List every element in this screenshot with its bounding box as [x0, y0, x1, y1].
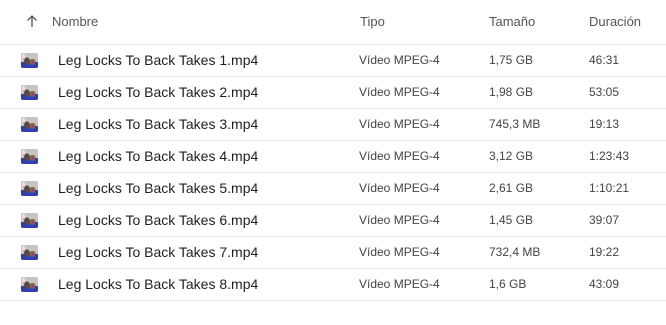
file-type: Vídeo MPEG-4 — [359, 53, 440, 67]
video-thumbnail-icon — [21, 85, 38, 100]
file-row[interactable]: Leg Locks To Back Takes 8.mp4 Vídeo MPEG… — [0, 269, 666, 301]
file-size: 1,75 GB — [489, 53, 534, 67]
column-header-size[interactable]: Tamaño — [489, 0, 535, 44]
file-name: Leg Locks To Back Takes 5.mp4 — [58, 180, 259, 196]
file-duration: 43:09 — [589, 277, 620, 291]
video-thumbnail-icon — [21, 53, 38, 68]
file-duration: 46:31 — [589, 53, 620, 67]
video-thumbnail-icon — [21, 149, 38, 164]
video-thumbnail-icon — [21, 277, 38, 292]
file-size: 1,98 GB — [489, 85, 534, 99]
file-type: Vídeo MPEG-4 — [359, 277, 440, 291]
video-thumbnail-icon — [21, 181, 38, 196]
file-duration: 39:07 — [589, 213, 620, 227]
file-duration: 1:23:43 — [589, 149, 630, 163]
column-header-duration[interactable]: Duración — [589, 0, 641, 44]
file-type: Vídeo MPEG-4 — [359, 213, 440, 227]
file-duration: 53:05 — [589, 85, 620, 99]
file-rows: Leg Locks To Back Takes 1.mp4 Vídeo MPEG… — [0, 45, 666, 301]
file-name: Leg Locks To Back Takes 2.mp4 — [58, 84, 259, 100]
file-type: Vídeo MPEG-4 — [359, 245, 440, 259]
file-name: Leg Locks To Back Takes 8.mp4 — [58, 276, 259, 292]
file-duration: 19:22 — [589, 245, 620, 259]
file-name: Leg Locks To Back Takes 4.mp4 — [58, 148, 259, 164]
column-header-type[interactable]: Tipo — [360, 0, 385, 44]
file-name: Leg Locks To Back Takes 7.mp4 — [58, 244, 259, 260]
file-duration: 19:13 — [589, 117, 620, 131]
file-list: Nombre Tipo Tamaño Duración Leg Locks To… — [0, 0, 666, 301]
column-header-row: Nombre Tipo Tamaño Duración — [0, 0, 666, 45]
file-row[interactable]: Leg Locks To Back Takes 1.mp4 Vídeo MPEG… — [0, 45, 666, 77]
file-size: 1,6 GB — [489, 277, 527, 291]
file-type: Vídeo MPEG-4 — [359, 85, 440, 99]
file-size: 3,12 GB — [489, 149, 534, 163]
file-duration: 1:10:21 — [589, 181, 630, 195]
video-thumbnail-icon — [21, 245, 38, 260]
file-size: 2,61 GB — [489, 181, 534, 195]
file-type: Vídeo MPEG-4 — [359, 149, 440, 163]
file-row[interactable]: Leg Locks To Back Takes 5.mp4 Vídeo MPEG… — [0, 173, 666, 205]
file-type: Vídeo MPEG-4 — [359, 181, 440, 195]
file-type: Vídeo MPEG-4 — [359, 117, 440, 131]
file-row[interactable]: Leg Locks To Back Takes 7.mp4 Vídeo MPEG… — [0, 237, 666, 269]
file-name: Leg Locks To Back Takes 1.mp4 — [58, 52, 259, 68]
video-thumbnail-icon — [21, 117, 38, 132]
file-size: 732,4 MB — [489, 245, 541, 259]
file-size: 1,45 GB — [489, 213, 534, 227]
sort-ascending-arrow-icon[interactable] — [25, 13, 39, 29]
file-row[interactable]: Leg Locks To Back Takes 2.mp4 Vídeo MPEG… — [0, 77, 666, 109]
file-row[interactable]: Leg Locks To Back Takes 4.mp4 Vídeo MPEG… — [0, 141, 666, 173]
file-name: Leg Locks To Back Takes 6.mp4 — [58, 212, 259, 228]
file-size: 745,3 MB — [489, 117, 541, 131]
column-header-name[interactable]: Nombre — [52, 0, 98, 44]
video-thumbnail-icon — [21, 213, 38, 228]
file-row[interactable]: Leg Locks To Back Takes 6.mp4 Vídeo MPEG… — [0, 205, 666, 237]
file-row[interactable]: Leg Locks To Back Takes 3.mp4 Vídeo MPEG… — [0, 109, 666, 141]
file-name: Leg Locks To Back Takes 3.mp4 — [58, 116, 259, 132]
